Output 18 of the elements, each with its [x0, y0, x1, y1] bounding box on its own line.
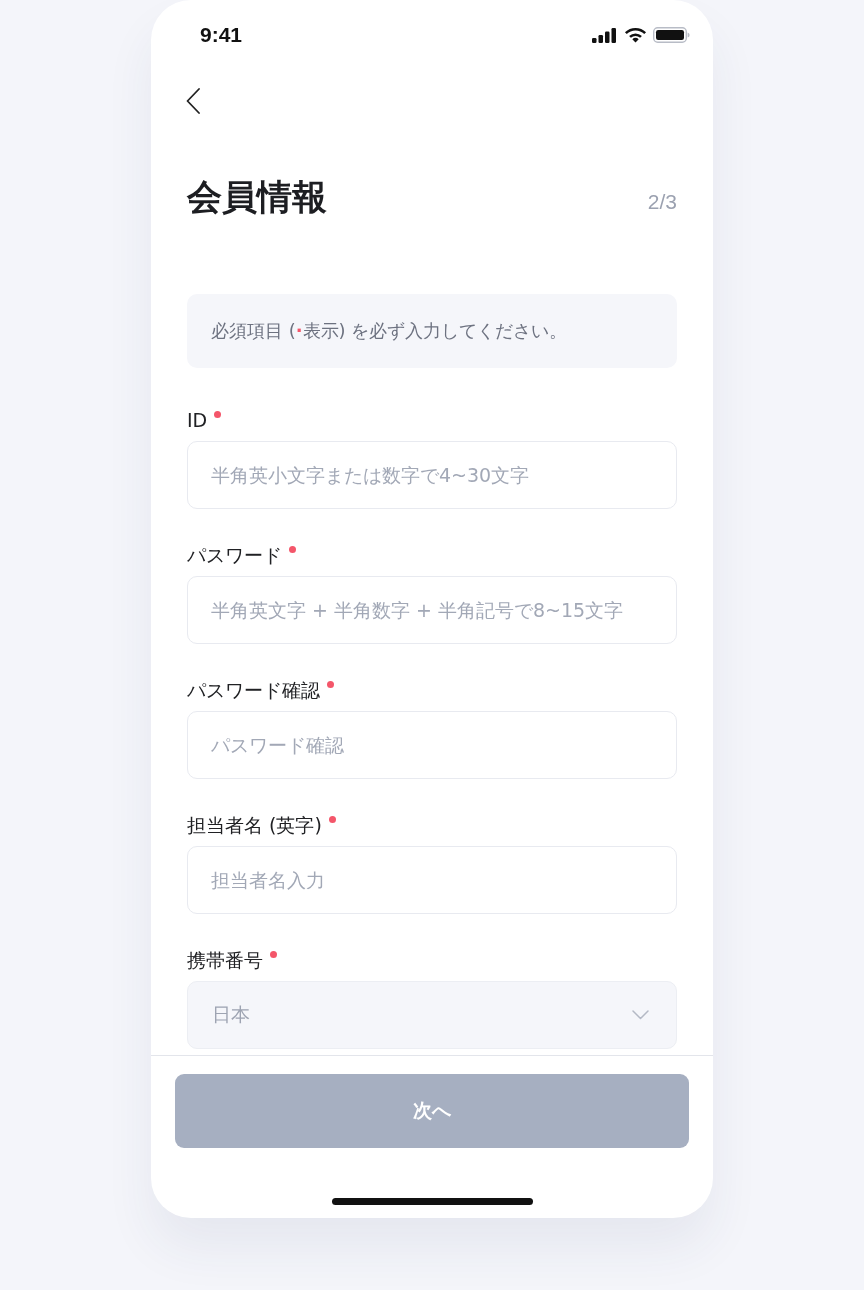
notice-text: 必須項目 (·表示) を必ず入力してください。	[211, 319, 568, 343]
page-title: 会員情報	[187, 176, 327, 219]
field-label: 携帯番号	[187, 948, 263, 972]
back-icon[interactable]	[186, 88, 200, 114]
battery-icon	[653, 27, 690, 43]
chevron-down-icon	[632, 1010, 649, 1020]
field-label: 担当者名 (英字)	[187, 813, 322, 837]
status-time: 9:41	[200, 23, 243, 47]
input-field[interactable]: 担当者名入力	[187, 846, 677, 914]
step-counter: 2/3	[647, 190, 677, 214]
input-field[interactable]: 半角英小文字または数字で4~30文字	[187, 441, 677, 509]
field-label: パスワード確認	[187, 678, 320, 702]
input-field[interactable]: パスワード確認	[187, 711, 677, 779]
input-field[interactable]: 半角英文字 + 半角数字 + 半角記号で8~15文字	[187, 576, 677, 644]
field-label: パスワード	[187, 543, 282, 567]
wifi-icon	[624, 27, 647, 43]
signal-icon	[592, 27, 616, 43]
field-label: ID	[187, 408, 208, 432]
